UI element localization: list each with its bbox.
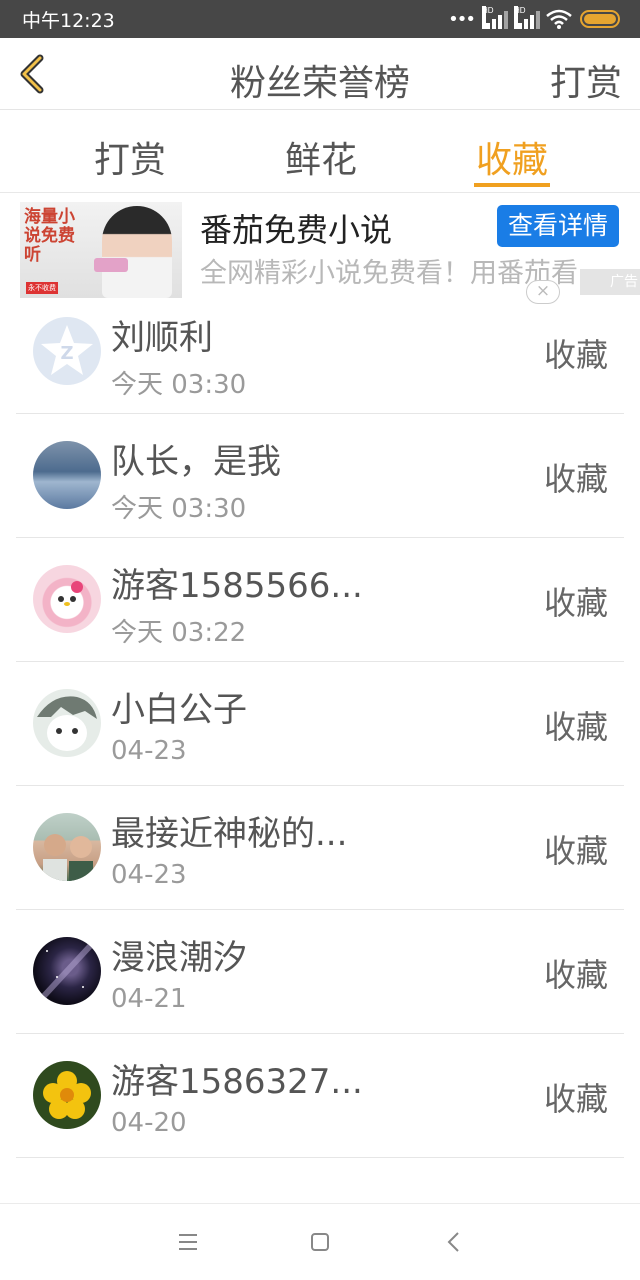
fan-name: 队长，是我 [111, 442, 281, 482]
battery-icon [580, 10, 620, 28]
couple-photo-avatar-icon [33, 813, 101, 881]
ad-close-button[interactable]: × [526, 280, 560, 304]
list-item[interactable]: 最接近神秘的... 04-23 收藏 [16, 786, 624, 910]
fan-action: 收藏 [543, 832, 608, 870]
fan-list: Z 刘顺利 今天 03:30 收藏 队长，是我 今天 03:30 收藏 游客15… [16, 290, 624, 1158]
fan-name: 游客1586327... [111, 1062, 363, 1102]
fan-name: 漫浪潮汐 [111, 938, 247, 978]
list-item[interactable]: 漫浪潮汐 04-21 收藏 [16, 910, 624, 1034]
fan-date: 04-21 [111, 984, 187, 1014]
fan-date: 04-23 [111, 736, 187, 766]
page-title: 粉丝荣誉榜 [229, 63, 410, 104]
signal-icon-2: HD [514, 6, 540, 29]
snow-landscape-avatar-icon [33, 441, 101, 509]
ad-image[interactable]: 海量小说免费听 永不收费 [20, 202, 182, 298]
tip-button[interactable]: 打赏 [550, 54, 622, 106]
list-item[interactable]: 小白公子 04-23 收藏 [16, 662, 624, 786]
menu-icon[interactable] [170, 1224, 206, 1260]
tab-tip[interactable]: 打赏 [94, 131, 166, 183]
fan-action: 收藏 [543, 1080, 608, 1118]
fan-action: 收藏 [543, 460, 608, 498]
wifi-icon [546, 9, 572, 29]
more-dots-icon: ••• [448, 8, 476, 30]
fan-date: 今天 03:22 [111, 618, 247, 648]
home-square-icon[interactable] [302, 1224, 338, 1260]
signal-icon: HD [482, 6, 508, 29]
qq-default-avatar-icon: Z [33, 317, 101, 385]
ad-model-figure [102, 206, 172, 298]
fan-action: 收藏 [543, 956, 608, 994]
status-time: 中午12:23 [22, 10, 115, 32]
active-tab-indicator [474, 183, 550, 187]
galaxy-avatar-icon [33, 937, 101, 1005]
status-bar: 中午12:23 ••• HD HD [0, 0, 640, 38]
fan-date: 04-23 [111, 860, 187, 890]
svg-text:Z: Z [60, 343, 73, 364]
fan-action: 收藏 [543, 336, 608, 374]
ad-details-button[interactable]: 查看详情 [497, 205, 619, 247]
fan-date: 今天 03:30 [111, 370, 247, 400]
fan-date: 今天 03:30 [111, 494, 247, 524]
list-item[interactable]: Z 刘顺利 今天 03:30 收藏 [16, 290, 624, 414]
list-item[interactable]: 游客1585566... 今天 03:22 收藏 [16, 538, 624, 662]
tab-bar: 打赏 鲜花 收藏 [0, 111, 640, 193]
ad-image-text: 海量小说免费听 [24, 207, 75, 265]
yellow-flower-avatar-icon [33, 1061, 101, 1129]
fan-name: 小白公子 [111, 690, 247, 730]
fan-action: 收藏 [543, 584, 608, 622]
fan-name: 刘顺利 [111, 318, 213, 358]
fan-action: 收藏 [543, 708, 608, 746]
fan-name: 最接近神秘的... [111, 814, 348, 854]
cartoon-boy-avatar-icon [33, 689, 101, 757]
system-nav-bar [0, 1203, 640, 1280]
tab-favorites[interactable]: 收藏 [476, 131, 548, 183]
list-item[interactable]: 队长，是我 今天 03:30 收藏 [16, 414, 624, 538]
back-triangle-icon[interactable] [436, 1224, 472, 1260]
fan-date: 04-20 [111, 1108, 187, 1138]
fan-name: 游客1585566... [111, 566, 363, 606]
list-item[interactable]: 游客1586327... 04-20 收藏 [16, 1034, 624, 1158]
tab-flowers[interactable]: 鲜花 [285, 131, 357, 183]
status-icons: ••• HD HD [448, 6, 620, 30]
title-bar: 粉丝荣誉榜 打赏 [0, 38, 640, 110]
ad-title[interactable]: 番茄免费小说 [200, 205, 392, 251]
hello-kitty-avatar-icon [33, 565, 101, 633]
ad-phone-shape [94, 258, 128, 272]
